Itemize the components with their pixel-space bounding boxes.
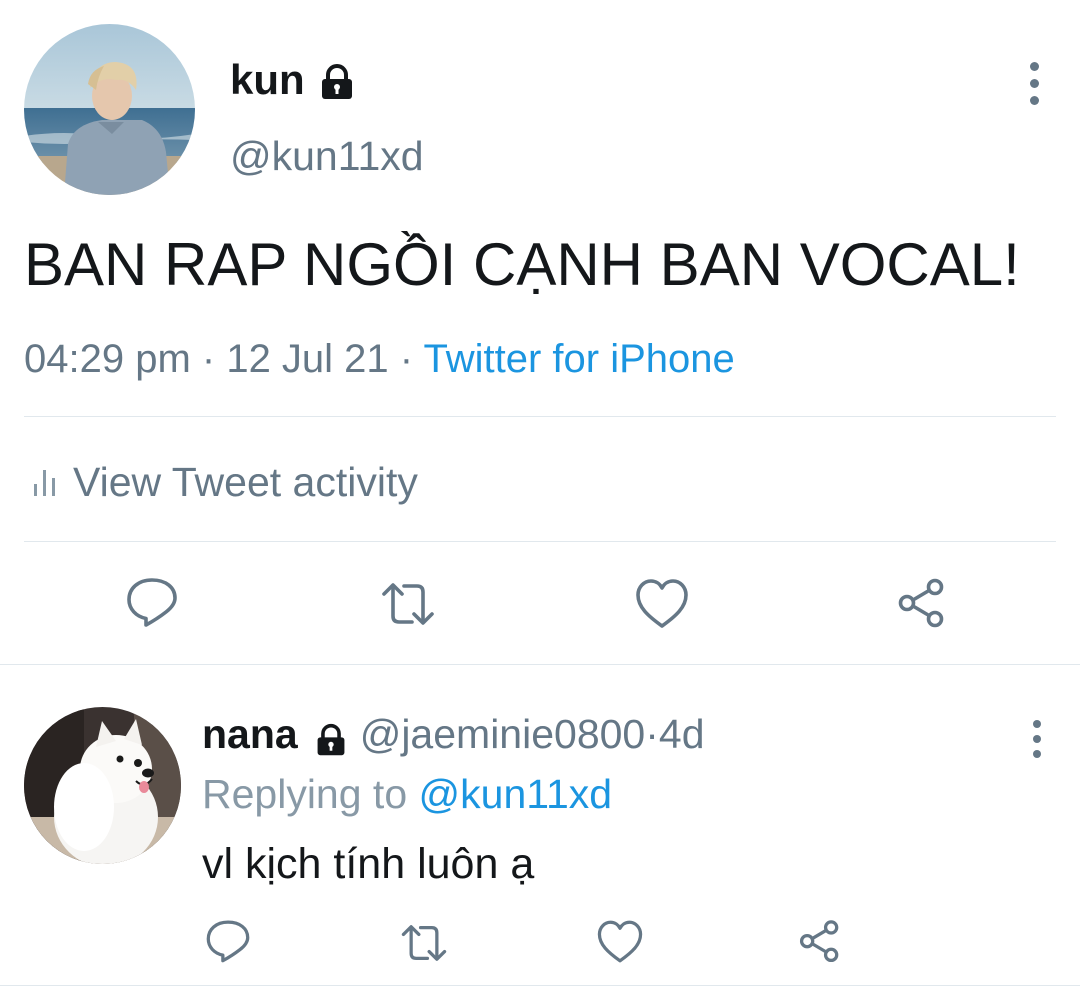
- reply-author-handle[interactable]: @jaeminie0800: [360, 708, 646, 760]
- divider: [0, 664, 1080, 665]
- activity-label: View Tweet activity: [73, 459, 418, 505]
- meta-separator: ·: [190, 337, 227, 381]
- divider: [24, 416, 1056, 417]
- divider: [0, 985, 1080, 986]
- reply-icon[interactable]: [124, 574, 180, 630]
- tweet-time: 04:29 pm: [24, 337, 191, 381]
- replying-prefix: Replying to: [202, 771, 419, 817]
- replying-to-mention[interactable]: @kun11xd: [419, 771, 613, 817]
- reply-reply-icon[interactable]: [204, 917, 252, 965]
- bar-chart-icon: [34, 468, 55, 496]
- replying-to: Replying to @kun11xd: [202, 768, 612, 820]
- reply-retweet-icon[interactable]: [400, 919, 448, 967]
- reply-more-options-icon[interactable]: [1031, 720, 1043, 758]
- divider: [24, 541, 1056, 542]
- author-name[interactable]: kun: [230, 54, 305, 106]
- more-options-icon[interactable]: [1028, 62, 1040, 105]
- tweet-text: BAN RAP NGỒI CẠNH BAN VOCAL!: [24, 231, 1020, 298]
- author-avatar[interactable]: [24, 24, 195, 195]
- meta-separator: ·: [388, 337, 424, 381]
- tweet-source-link[interactable]: Twitter for iPhone: [424, 337, 735, 381]
- tweet-date: 12 Jul 21: [226, 337, 389, 381]
- lock-icon: [314, 717, 348, 756]
- reply-heart-icon[interactable]: [596, 918, 644, 966]
- reply-age: 4d: [658, 711, 705, 757]
- retweet-icon[interactable]: [380, 576, 436, 632]
- reply-share-icon[interactable]: [796, 918, 844, 966]
- share-icon[interactable]: [894, 576, 950, 632]
- heart-icon[interactable]: [634, 576, 690, 632]
- author-handle[interactable]: @kun11xd: [230, 130, 424, 182]
- reply-text: vl kịch tính luôn ạ: [202, 840, 535, 888]
- view-tweet-activity-button[interactable]: View Tweet activity: [34, 456, 418, 508]
- reply-author-avatar[interactable]: [24, 707, 181, 864]
- reply-separator: ·: [645, 711, 659, 757]
- reply-header: nana @jaeminie0800 · 4d: [202, 708, 705, 760]
- author-name-row[interactable]: kun: [230, 54, 355, 106]
- lock-icon: [319, 61, 355, 99]
- tweet-meta: 04:29 pm · 12 Jul 21 · Twitter for iPhon…: [24, 334, 735, 384]
- reply-author-name[interactable]: nana: [202, 708, 298, 760]
